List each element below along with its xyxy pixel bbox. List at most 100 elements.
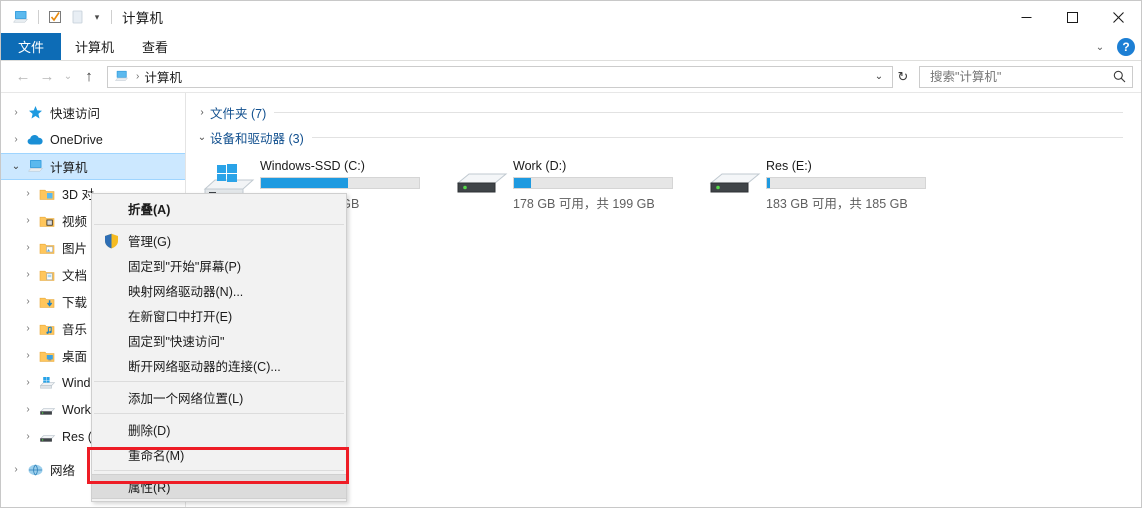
drive-info: Work (D:) 178 GB 可用，共 199 GB xyxy=(513,158,673,212)
tab-view[interactable]: 查看 xyxy=(128,33,182,60)
sidebar-item-label: 下载 xyxy=(62,296,88,310)
refresh-icon[interactable]: ↻ xyxy=(893,69,913,85)
group-header-devices[interactable]: ⌄ 设备和驱动器 (3) xyxy=(186,126,1141,148)
sidebar-item-label: 3D 对 xyxy=(62,188,94,202)
context-menu-item-pin-to-quick-access[interactable]: 固定到"快速访问" xyxy=(92,328,346,353)
capacity-bar xyxy=(766,177,926,189)
context-menu-item-add-network-location[interactable]: 添加一个网络位置(L) xyxy=(92,385,346,410)
chevron-right-icon[interactable]: › xyxy=(19,404,37,415)
context-menu-item-pin-to-start[interactable]: 固定到"开始"屏幕(P) xyxy=(92,253,346,278)
context-menu-item-label: 属性(R) xyxy=(128,481,171,495)
recent-locations-icon[interactable]: ⌄ xyxy=(59,65,77,89)
maximize-button[interactable] xyxy=(1049,1,1095,33)
drive-icon xyxy=(451,158,513,206)
computer-icon[interactable] xyxy=(10,7,30,27)
chevron-right-icon[interactable]: › xyxy=(194,107,210,118)
folder-pictures-icon xyxy=(37,239,57,257)
address-bar: ← → ⌄ ↑ › 计算机 ⌄ ↻ xyxy=(1,61,1141,93)
group-divider xyxy=(274,111,1123,113)
qat-dropdown-icon[interactable]: ▾ xyxy=(89,7,105,27)
new-folder-icon[interactable] xyxy=(67,7,87,27)
chevron-down-icon[interactable]: ⌄ xyxy=(7,161,25,172)
close-button[interactable] xyxy=(1095,1,1141,33)
search-input[interactable] xyxy=(928,68,1113,85)
context-menu-item-manage[interactable]: 管理(G) xyxy=(92,228,346,253)
context-menu-item-map-network-drive[interactable]: 映射网络驱动器(N)... xyxy=(92,278,346,303)
chevron-right-icon[interactable]: › xyxy=(7,107,25,118)
context-menu-item-label: 重命名(M) xyxy=(128,449,185,463)
sidebar-item-computer[interactable]: ⌄ 计算机 xyxy=(1,153,185,180)
group-header-folders[interactable]: › 文件夹 (7) xyxy=(186,101,1141,123)
chevron-right-icon[interactable]: › xyxy=(19,323,37,334)
group-title: 设备和驱动器 (3) xyxy=(210,131,304,146)
back-button[interactable]: ← xyxy=(11,65,35,89)
chevron-down-icon[interactable]: ⌄ xyxy=(1087,42,1113,53)
menu-separator xyxy=(94,381,344,382)
drive-name: Res (E:) xyxy=(766,159,812,173)
chevron-right-icon[interactable]: › xyxy=(19,350,37,361)
drive-capacity-text: 183 GB 可用，共 185 GB xyxy=(766,197,908,211)
sidebar-item-label: 计算机 xyxy=(50,161,88,175)
star-icon xyxy=(25,104,45,122)
chevron-right-icon[interactable]: › xyxy=(19,188,37,199)
search-icon[interactable] xyxy=(1113,70,1126,83)
breadcrumb-separator: › xyxy=(136,71,140,82)
breadcrumb-dropdown-icon[interactable]: ⌄ xyxy=(870,71,888,82)
context-menu-item-label: 固定到"快速访问" xyxy=(128,335,225,349)
up-button[interactable]: ↑ xyxy=(77,65,101,89)
search-box[interactable] xyxy=(919,65,1133,88)
drive-icon xyxy=(704,158,766,206)
chevron-right-icon[interactable]: › xyxy=(19,242,37,253)
context-menu-item-label: 添加一个网络位置(L) xyxy=(128,392,244,406)
chevron-right-icon[interactable]: › xyxy=(19,431,37,442)
context-menu-item-label: 管理(G) xyxy=(128,235,172,249)
chevron-right-icon[interactable]: › xyxy=(7,464,25,475)
chevron-down-icon[interactable]: ⌄ xyxy=(194,132,210,143)
help-icon[interactable]: ? xyxy=(1117,38,1135,56)
context-menu-item-label: 映射网络驱动器(N)... xyxy=(128,285,244,299)
chevron-right-icon[interactable]: › xyxy=(19,269,37,280)
window-controls xyxy=(1003,1,1141,33)
tab-file[interactable]: 文件 xyxy=(1,33,62,60)
minimize-button[interactable] xyxy=(1003,1,1049,33)
drive-windows-icon xyxy=(37,374,57,392)
sidebar-item-label: Work xyxy=(62,402,91,417)
qat-separator-2 xyxy=(111,10,112,24)
context-menu-item-open-new-window[interactable]: 在新窗口中打开(E) xyxy=(92,303,346,328)
drive-tile-e[interactable]: Res (E:) 183 GB 可用，共 185 GB xyxy=(704,156,957,212)
sidebar-item-label: 桌面 xyxy=(62,350,88,364)
chevron-right-icon[interactable]: › xyxy=(19,215,37,226)
sidebar-item-onedrive[interactable]: › OneDrive xyxy=(1,126,185,153)
context-menu: 折叠(A) 管理(G) 固定到"开始"屏幕(P) 映射网络驱动器(N)... 在… xyxy=(91,193,347,502)
sidebar-item-label: 网络 xyxy=(50,464,76,478)
breadcrumb[interactable]: › 计算机 ⌄ xyxy=(107,65,893,88)
context-menu-item-rename[interactable]: 重命名(M) xyxy=(92,442,346,467)
folder-3d-icon xyxy=(37,185,57,203)
drive-icon xyxy=(37,401,57,419)
shield-icon xyxy=(100,232,122,250)
capacity-bar-fill xyxy=(767,178,771,188)
capacity-bar xyxy=(513,177,673,189)
context-menu-item-properties[interactable]: 属性(R) xyxy=(92,474,346,499)
tab-computer[interactable]: 计算机 xyxy=(61,33,128,60)
drive-tile-d[interactable]: Work (D:) 178 GB 可用，共 199 GB xyxy=(451,156,704,212)
drive-info: Res (E:) 183 GB 可用，共 185 GB xyxy=(766,158,926,212)
drive-name: Windows-SSD (C:) xyxy=(260,159,365,173)
drive-name: Work (D:) xyxy=(513,159,567,173)
chevron-right-icon[interactable]: › xyxy=(19,296,37,307)
chevron-right-icon[interactable]: › xyxy=(19,377,37,388)
folder-downloads-icon xyxy=(37,293,57,311)
capacity-bar-fill xyxy=(261,178,348,188)
chevron-right-icon[interactable]: › xyxy=(7,134,25,145)
forward-button[interactable]: → xyxy=(35,65,59,89)
context-menu-item-disconnect-network-drive[interactable]: 断开网络驱动器的连接(C)... xyxy=(92,353,346,378)
group-divider xyxy=(311,136,1123,138)
sidebar-item-quick-access[interactable]: › 快速访问 xyxy=(1,99,185,126)
context-menu-item-delete[interactable]: 删除(D) xyxy=(92,417,346,442)
context-menu-item-label: 在新窗口中打开(E) xyxy=(128,310,233,324)
folder-desktop-icon xyxy=(37,347,57,365)
sidebar-item-label: OneDrive xyxy=(50,132,103,147)
properties-icon[interactable] xyxy=(45,7,65,27)
context-menu-item-label: 断开网络驱动器的连接(C)... xyxy=(128,360,281,374)
context-menu-item-collapse[interactable]: 折叠(A) xyxy=(92,196,346,221)
